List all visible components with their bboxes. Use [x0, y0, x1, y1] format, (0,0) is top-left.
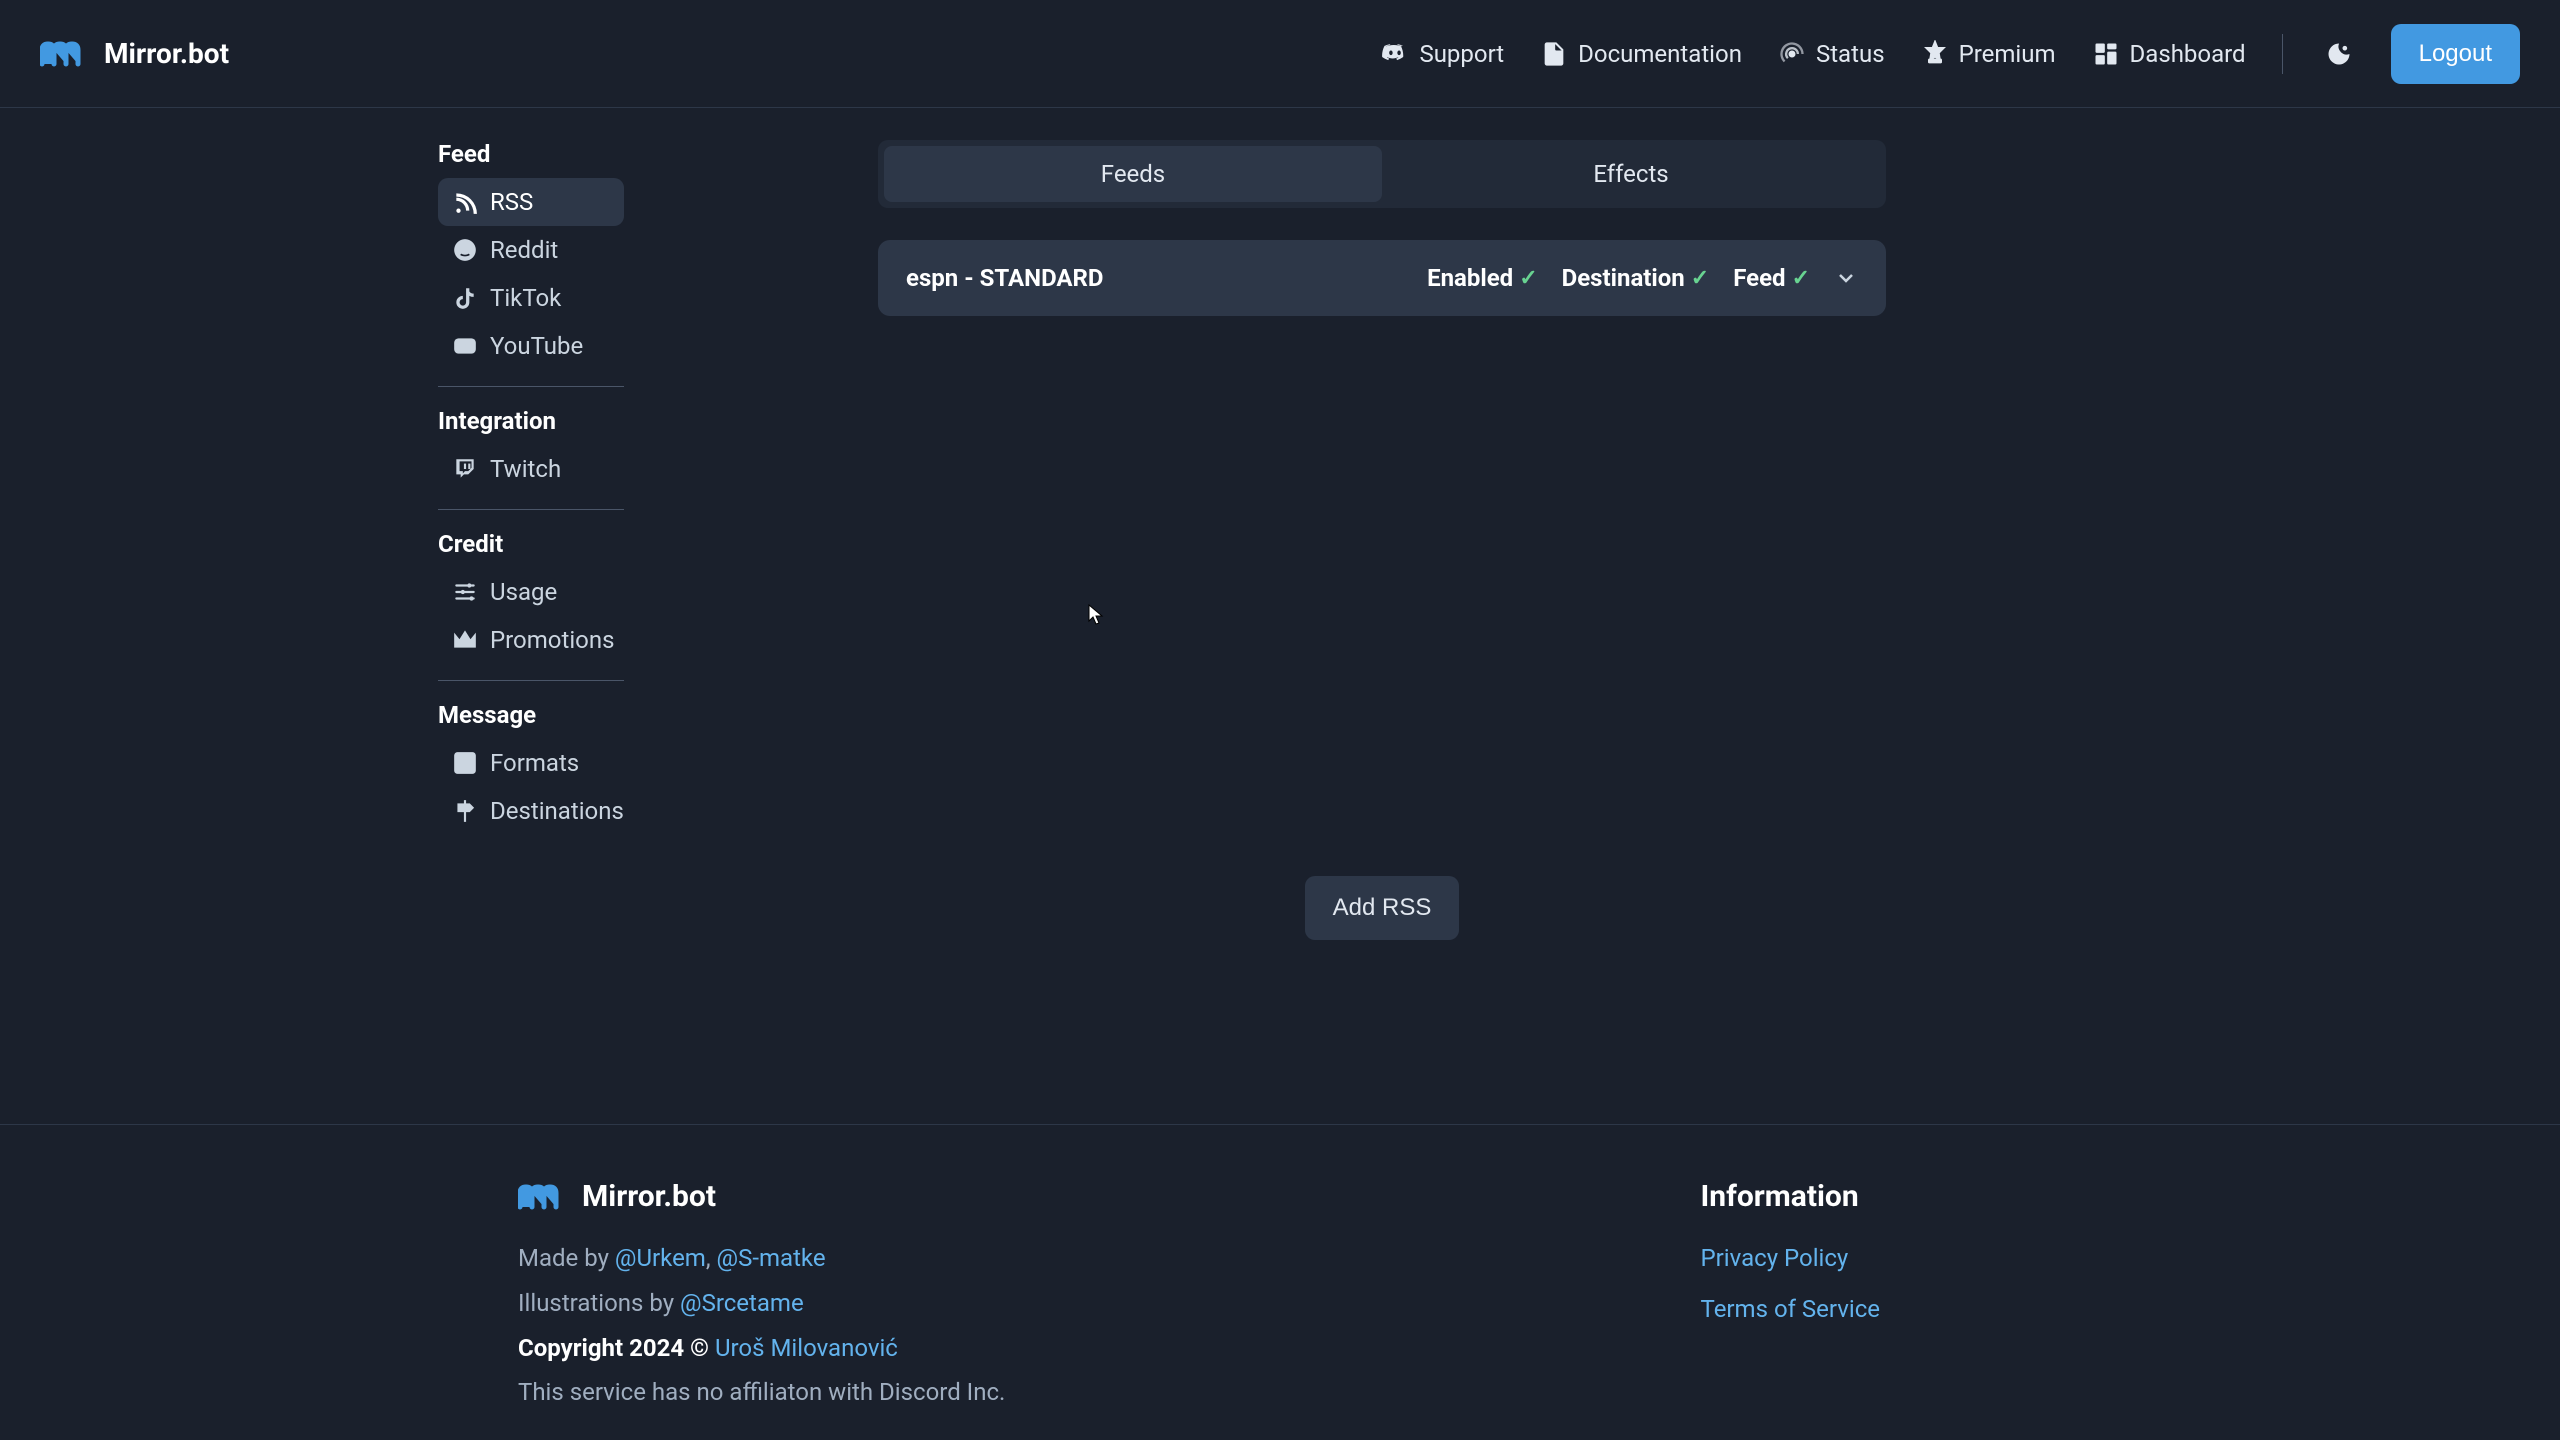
link-privacy[interactable]: Privacy Policy — [1701, 1238, 1880, 1279]
signpost-icon — [452, 798, 478, 824]
nav-links: Support Documentation Status Premium Das… — [1377, 24, 2520, 84]
check-icon: ✓ — [1519, 266, 1537, 291]
sidebar-label-tiktok: TikTok — [490, 284, 561, 312]
logout-button[interactable]: Logout — [2391, 24, 2520, 84]
footer-info-heading: Information — [1701, 1179, 1880, 1214]
nav-dashboard-label: Dashboard — [2130, 40, 2246, 68]
brand-name: Mirror.bot — [104, 37, 229, 70]
sidebar-title-credit: Credit — [438, 530, 624, 558]
sidebar-group-integration: Integration Twitch — [438, 407, 624, 510]
sidebar-group-credit: Credit Usage Promotions — [438, 530, 624, 681]
sidebar-item-formats[interactable]: Formats — [438, 739, 624, 787]
nav-support[interactable]: Support — [1377, 32, 1508, 76]
sidebar-label-destinations: Destinations — [490, 797, 624, 825]
list-icon — [452, 750, 478, 776]
sidebar-title-feed: Feed — [438, 140, 624, 168]
sidebar-label-formats: Formats — [490, 749, 579, 777]
reddit-icon — [452, 237, 478, 263]
feed-row-statuses: Enabled ✓ Destination ✓ Feed ✓ — [1427, 264, 1858, 292]
status-destination: Destination ✓ — [1562, 264, 1710, 292]
theme-icon — [2325, 40, 2353, 68]
nav-support-label: Support — [1419, 40, 1504, 68]
sidebar-label-reddit: Reddit — [490, 236, 558, 264]
feed-row-title: espn - STANDARD — [906, 264, 1104, 292]
document-icon — [1540, 40, 1568, 68]
status-destination-label: Destination — [1562, 264, 1685, 292]
footer-brand[interactable]: Mirror.bot — [518, 1179, 1005, 1214]
discord-icon — [1381, 40, 1409, 68]
theme-toggle[interactable] — [2315, 30, 2363, 78]
nav-premium[interactable]: Premium — [1917, 32, 2060, 76]
brand[interactable]: Mirror.bot — [40, 37, 229, 70]
sidebar-item-usage[interactable]: Usage — [438, 568, 624, 616]
sidebar-label-youtube: YouTube — [490, 332, 583, 360]
chevron-down-icon — [1834, 266, 1858, 290]
cursor-icon — [1088, 604, 1104, 626]
footer-brand-name: Mirror.bot — [582, 1179, 716, 1214]
footer-disclaimer: This service has no affiliaton with Disc… — [518, 1372, 1005, 1413]
sidebar-item-youtube[interactable]: YouTube — [438, 322, 624, 370]
rss-icon — [452, 189, 478, 215]
footer-left: Mirror.bot Made by @Urkem, @S-matke Illu… — [518, 1179, 1005, 1417]
nav-documentation[interactable]: Documentation — [1536, 32, 1746, 76]
status-feed-label: Feed — [1733, 264, 1785, 292]
check-icon: ✓ — [1691, 266, 1709, 291]
feed-row[interactable]: espn - STANDARD Enabled ✓ Destination ✓ … — [878, 240, 1886, 316]
youtube-icon — [452, 333, 478, 359]
twitch-icon — [452, 456, 478, 482]
nav-premium-label: Premium — [1959, 40, 2056, 68]
broadcast-icon — [1778, 40, 1806, 68]
sidebar-item-promotions[interactable]: Promotions — [438, 616, 624, 664]
nav-documentation-label: Documentation — [1578, 40, 1742, 68]
brand-logo-icon — [518, 1183, 566, 1211]
sliders-icon — [452, 579, 478, 605]
sidebar-item-tiktok[interactable]: TikTok — [438, 274, 624, 322]
nav-dashboard[interactable]: Dashboard — [2088, 32, 2250, 76]
nav-status-label: Status — [1816, 40, 1885, 68]
sidebar-label-twitch: Twitch — [490, 455, 561, 483]
sidebar-group-feed: Feed RSS Reddit TikTok YouTube — [438, 140, 624, 387]
sidebar-title-message: Message — [438, 701, 624, 729]
nav-divider — [2282, 34, 2283, 74]
sidebar-item-twitch[interactable]: Twitch — [438, 445, 624, 493]
dashboard-icon — [2092, 40, 2120, 68]
premium-icon — [1921, 40, 1949, 68]
sidebar-item-reddit[interactable]: Reddit — [438, 226, 624, 274]
status-feed: Feed ✓ — [1733, 264, 1810, 292]
tabs: Feeds Effects — [878, 140, 1886, 208]
link-uros[interactable]: Uroš Milovanović — [715, 1334, 898, 1362]
tab-feeds[interactable]: Feeds — [884, 146, 1382, 202]
sidebar-item-destinations[interactable]: Destinations — [438, 787, 624, 835]
add-rss-button[interactable]: Add RSS — [1305, 876, 1460, 940]
main-content: Feeds Effects espn - STANDARD Enabled ✓ … — [878, 140, 1886, 940]
tiktok-icon — [452, 285, 478, 311]
sidebar-label-rss: RSS — [490, 188, 533, 216]
sidebar-label-promotions: Promotions — [490, 626, 614, 654]
footer-illustrations: Illustrations by @Srcetame — [518, 1283, 1005, 1324]
sidebar: Feed RSS Reddit TikTok YouTube Integrati… — [438, 140, 624, 871]
link-terms[interactable]: Terms of Service — [1701, 1289, 1880, 1330]
add-button-wrap: Add RSS — [878, 876, 1886, 940]
footer-made-by: Made by @Urkem, @S-matke — [518, 1238, 1005, 1279]
tab-effects[interactable]: Effects — [1382, 146, 1880, 202]
brand-logo-icon — [40, 40, 88, 68]
link-smatke[interactable]: @S-matke — [717, 1244, 826, 1272]
status-enabled: Enabled ✓ — [1427, 264, 1538, 292]
sidebar-title-integration: Integration — [438, 407, 624, 435]
status-enabled-label: Enabled — [1427, 264, 1513, 292]
crown-icon — [452, 627, 478, 653]
footer-right: Information Privacy Policy Terms of Serv… — [1701, 1179, 1880, 1417]
footer: Mirror.bot Made by @Urkem, @S-matke Illu… — [0, 1124, 2560, 1417]
link-urkem[interactable]: @Urkem — [615, 1244, 706, 1272]
link-srcetame[interactable]: @Srcetame — [680, 1289, 804, 1317]
sidebar-group-message: Message Formats Destinations — [438, 701, 624, 851]
nav-status[interactable]: Status — [1774, 32, 1889, 76]
sidebar-label-usage: Usage — [490, 578, 557, 606]
check-icon: ✓ — [1792, 266, 1810, 291]
sidebar-item-rss[interactable]: RSS — [438, 178, 624, 226]
top-nav: Mirror.bot Support Documentation Status … — [0, 0, 2560, 108]
footer-copyright: Copyright 2024 © Uroš Milovanović — [518, 1328, 1005, 1369]
